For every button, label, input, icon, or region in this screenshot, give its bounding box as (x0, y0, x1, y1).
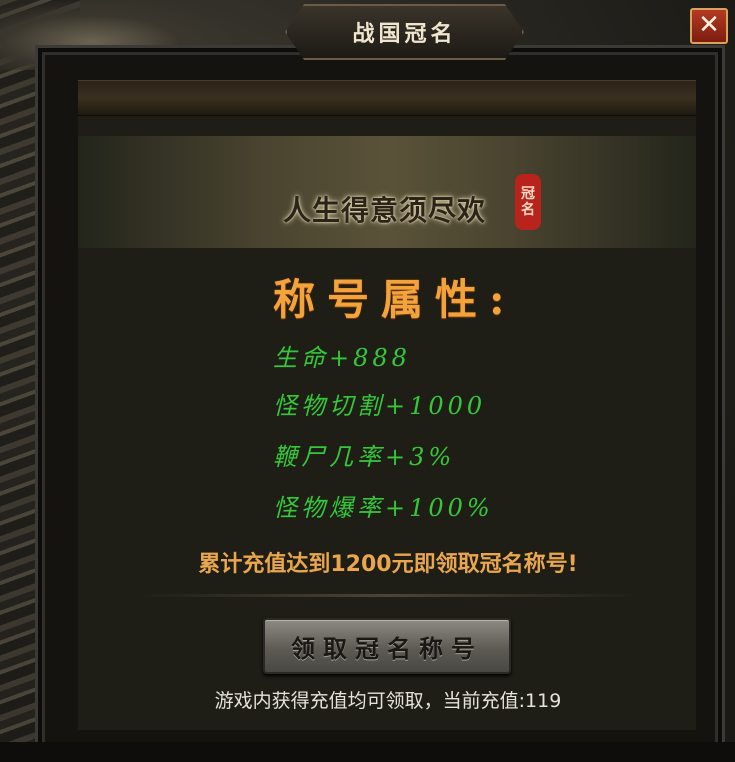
attributes-heading: 称号属性: (273, 275, 517, 324)
close-button[interactable]: ✕ (690, 8, 728, 44)
recharge-status: 游戏内获得充值均可领取，当前充值:119 (214, 690, 562, 712)
header-bar (78, 80, 696, 116)
divider (138, 594, 638, 597)
close-icon: ✕ (698, 10, 720, 40)
seal-text: 冠名 (521, 186, 535, 218)
recharge-notice: 累计充值达到1200元即领取冠名称号! (198, 552, 578, 577)
attribute-item: 生命+888 (273, 344, 411, 372)
seal-stamp: 冠名 (515, 174, 541, 230)
banner: 人生得意须尽欢 冠名 (78, 136, 696, 248)
claim-title-button[interactable]: 领取冠名称号 (263, 618, 511, 674)
window-title: 战国冠名 (352, 21, 457, 47)
title-plate: 战国冠名 (285, 4, 524, 60)
banner-slogan: 人生得意须尽欢 (283, 194, 487, 227)
claim-button-label: 领取冠名称号 (291, 633, 483, 663)
bottom-edge (0, 742, 735, 762)
content-panel: 人生得意须尽欢 冠名 称号属性: 生命+888 怪物切割+1000 鞭尸几率+3… (78, 116, 696, 730)
attribute-item: 鞭尸几率+3% (273, 443, 456, 471)
attribute-item: 怪物爆率+100% (273, 494, 494, 522)
attribute-item: 怪物切割+1000 (273, 392, 487, 420)
